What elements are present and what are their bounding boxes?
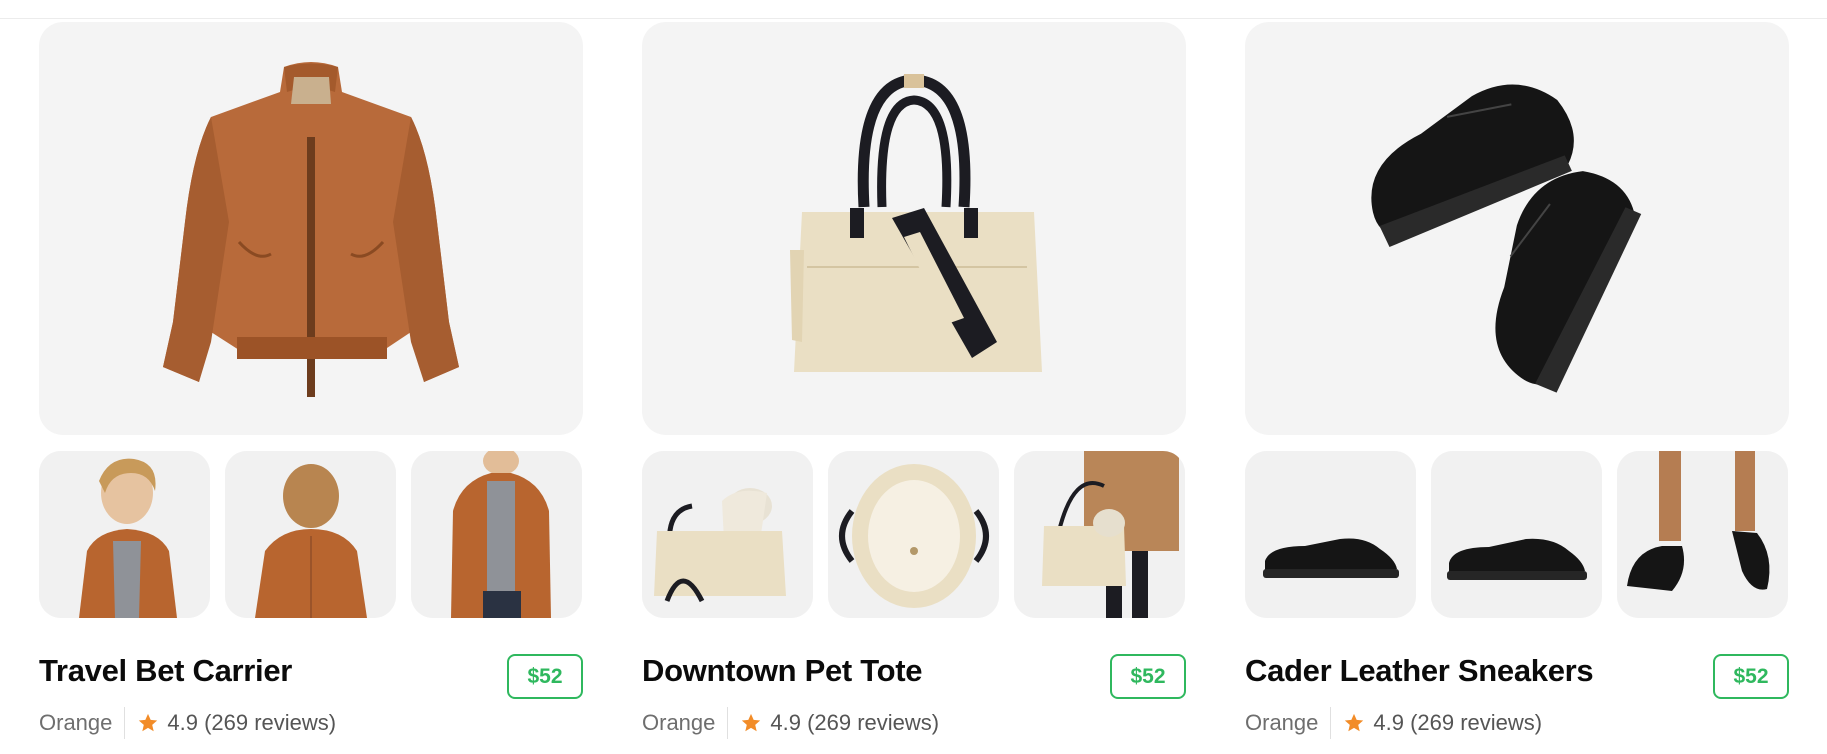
star-icon (742, 713, 761, 732)
meta-divider (124, 707, 126, 739)
product-title[interactable]: Travel Bet Carrier (39, 652, 583, 690)
rating-text: 4.9 (269 reviews) (1373, 710, 1543, 735)
product-color: Orange (1245, 710, 1319, 735)
thumbnail-person-carrying-tote[interactable] (1014, 451, 1185, 618)
product-card-travel-bet-carrier[interactable]: Travel Bet Carrier $52 Orange 4.9 (269 r… (39, 22, 583, 752)
price-badge[interactable]: $52 (1110, 654, 1186, 699)
thumbnail-model-back[interactable] (225, 451, 396, 618)
thumbnail-tote-interior[interactable] (828, 451, 999, 618)
model-open-jacket-image (411, 451, 582, 618)
tote-bag-image (790, 74, 1042, 372)
star-icon (139, 713, 158, 732)
star-icon (1345, 713, 1364, 732)
product-color: Orange (642, 710, 716, 735)
product-main-image[interactable] (642, 22, 1186, 435)
thumbnail-person-wearing-sneakers[interactable] (1617, 451, 1788, 618)
product-color: Orange (39, 710, 113, 735)
product-main-image[interactable] (1245, 22, 1789, 435)
person-carrying-tote-image (1014, 451, 1185, 618)
product-title[interactable]: Downtown Pet Tote (642, 652, 1186, 690)
thumbnail-sneaker-side[interactable] (1245, 451, 1416, 618)
tote-interior-image (828, 451, 999, 618)
thumbnail-model-front[interactable] (39, 451, 210, 618)
model-front-image (39, 451, 210, 618)
product-main-image[interactable] (39, 22, 583, 435)
rating-text: 4.9 (269 reviews) (167, 710, 337, 735)
product-title[interactable]: Cader Leather Sneakers (1245, 652, 1789, 690)
sneaker-side-image (1245, 451, 1416, 618)
jacket-image (163, 62, 459, 397)
model-back-image (225, 451, 396, 618)
sneakers-image (1371, 84, 1642, 393)
person-wearing-sneakers-image (1617, 451, 1788, 618)
header-divider (0, 18, 1827, 19)
meta-divider (1330, 707, 1332, 739)
thumbnail-dog-in-tote[interactable] (642, 451, 813, 618)
product-card-downtown-pet-tote[interactable]: Downtown Pet Tote $52 Orange 4.9 (269 re… (642, 22, 1186, 752)
sneaker-side-alt-image (1431, 451, 1602, 618)
thumbnail-model-open[interactable] (411, 451, 582, 618)
product-card-cader-leather-sneakers[interactable]: Cader Leather Sneakers $52 Orange 4.9 (2… (1245, 22, 1789, 752)
rating-text: 4.9 (269 reviews) (770, 710, 940, 735)
meta-divider (727, 707, 729, 739)
thumbnail-sneaker-side-alt[interactable] (1431, 451, 1602, 618)
price-badge[interactable]: $52 (1713, 654, 1789, 699)
dog-in-tote-image (642, 451, 813, 618)
price-badge[interactable]: $52 (507, 654, 583, 699)
